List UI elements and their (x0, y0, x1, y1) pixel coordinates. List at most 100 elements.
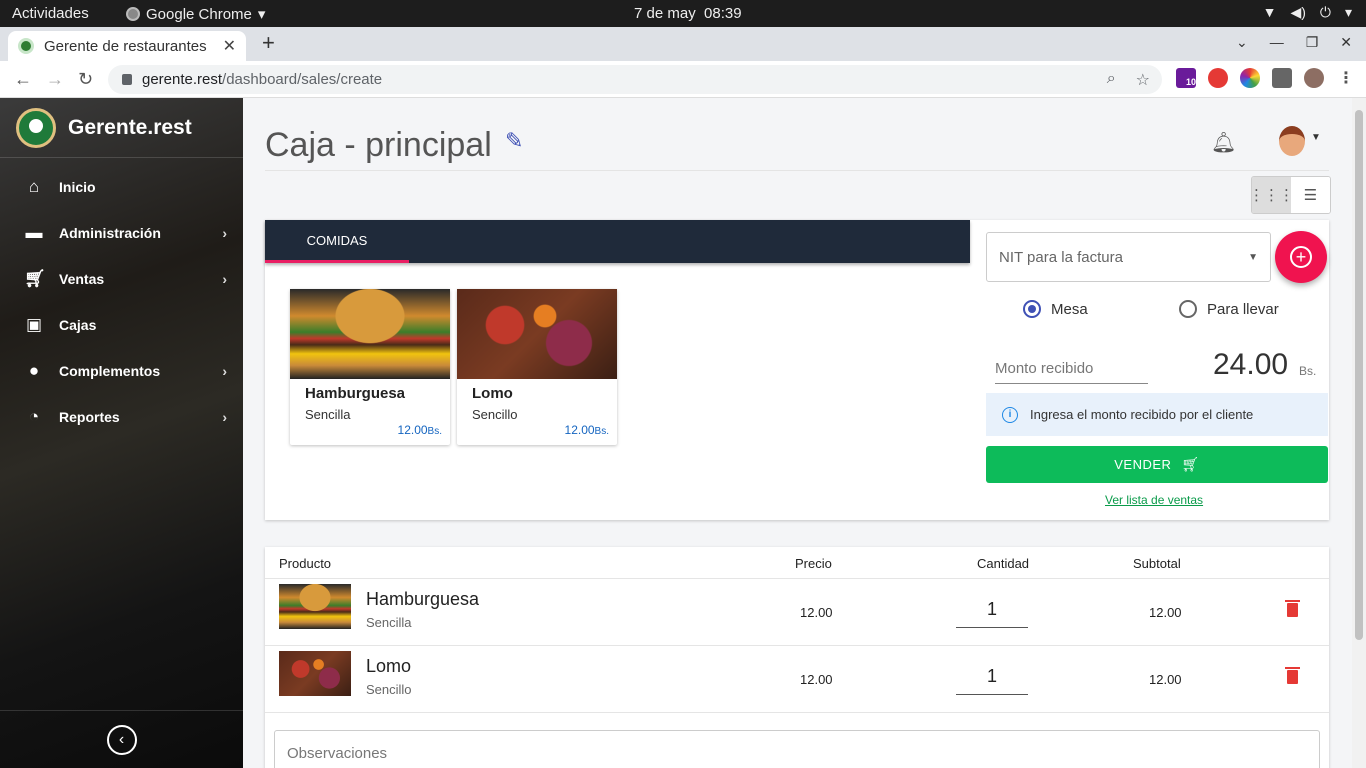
address-bar[interactable]: gerente.rest/dashboard/sales/create ⌕ ☆ (108, 65, 1162, 94)
chrome-icon (126, 7, 140, 21)
sidebar-item-ventas[interactable]: 🛒︎ Ventas › (0, 256, 243, 302)
sidebar-item-reportes[interactable]: ◔ Reportes › (0, 394, 243, 440)
cart-icon: 🛒︎ (1181, 456, 1200, 472)
add-customer-button[interactable]: + (1275, 231, 1327, 283)
row-product-desc: Sencillo (366, 682, 412, 697)
info-alert: i Ingresa el monto recibido por el clien… (986, 393, 1328, 436)
trash-icon[interactable] (1285, 667, 1300, 684)
bookmark-star-icon[interactable]: ☆ (1136, 70, 1150, 90)
extension-icon[interactable]: 10 (1176, 68, 1196, 88)
zoom-icon[interactable]: ⌕ (1107, 70, 1116, 90)
extension-badge: 10 (1185, 77, 1196, 87)
product-card[interactable]: Lomo Sencillo 12.00Bs. (457, 289, 617, 445)
system-tray[interactable]: ▼ ◀) ⏻ ▾ (1263, 4, 1352, 21)
nit-select[interactable]: NIT para la factura ▼ (986, 232, 1271, 282)
trash-icon[interactable] (1285, 600, 1300, 617)
row-subtotal: 12.00 (1149, 605, 1182, 620)
sell-button[interactable]: VENDER 🛒︎ (986, 446, 1328, 483)
quantity-input[interactable]: 1 (956, 593, 1028, 628)
collapse-sidebar-icon[interactable]: ‹ (106, 724, 137, 755)
back-icon[interactable]: ← (14, 69, 32, 90)
sales-list-link[interactable]: Ver lista de ventas (1105, 493, 1203, 507)
product-name: Lomo (472, 385, 513, 402)
page-scrollbar[interactable] (1352, 98, 1366, 768)
minimize-icon[interactable]: — (1270, 34, 1284, 51)
tab-search-icon[interactable]: ⌄ (1236, 34, 1248, 51)
product-grid: Hamburguesa Sencilla 12.00Bs. Lomo Senci… (290, 289, 617, 445)
maximize-icon[interactable]: ❐ (1306, 34, 1319, 51)
edit-icon[interactable]: ✎ (505, 128, 523, 154)
profile-avatar[interactable] (1304, 68, 1324, 88)
column-header-quantity: Cantidad (977, 556, 1030, 571)
url-host: gerente.rest (142, 71, 223, 88)
grid-view-icon[interactable]: ⋮⋮⋮ (1252, 177, 1294, 213)
color-picker-icon[interactable] (1240, 68, 1260, 88)
volume-icon: ◀) (1290, 4, 1306, 20)
row-price: 12.00 (800, 605, 833, 620)
product-card[interactable]: Hamburguesa Sencilla 12.00Bs. (290, 289, 450, 445)
table-row: Hamburguesa Sencilla 12.00 1 12.00 (265, 578, 1329, 645)
chevron-right-icon: › (222, 225, 227, 241)
restaurant-logo-icon (16, 107, 56, 148)
nit-placeholder: NIT para la factura (999, 248, 1123, 266)
sidebar: Gerente.rest ⌂ Inicio ▬ Administración ›… (0, 98, 243, 768)
product-price: 12.00Bs. (398, 423, 442, 437)
main-content: Caja - principal ✎ 🔔︎ ▼ ⋮⋮⋮ ☰ COMIDAS Ha… (243, 98, 1352, 768)
total-amount: 24.00 (1213, 348, 1289, 381)
clock[interactable]: 7 de may 08:39 (634, 5, 742, 22)
price-value: 12.00 (397, 423, 428, 437)
product-desc: Sencillo (472, 407, 518, 422)
adblock-icon[interactable] (1208, 68, 1228, 88)
scrollbar-thumb[interactable] (1355, 110, 1363, 640)
notification-bell-icon[interactable]: 🔔︎ (1211, 130, 1236, 155)
lock-icon (122, 74, 132, 85)
chevron-down-icon[interactable]: ▼ (1311, 132, 1321, 143)
app-menu[interactable]: Google Chrome ▾ (126, 5, 265, 23)
sidebar-collapse-area: ‹ (0, 710, 243, 768)
sidebar-item-label: Ventas (59, 271, 105, 287)
favicon-icon (18, 38, 34, 54)
monto-recibido-input[interactable]: Monto recibido (995, 360, 1148, 384)
brand[interactable]: Gerente.rest (0, 98, 243, 158)
product-image (457, 289, 617, 379)
row-product-name: Hamburguesa (366, 589, 480, 609)
sidebar-item-cajas[interactable]: ▣ Cajas (0, 302, 243, 348)
row-divider (265, 712, 1329, 713)
new-tab-button[interactable]: + (262, 30, 275, 56)
price-value: 12.00 (564, 423, 595, 437)
list-view-icon[interactable]: ☰ (1291, 177, 1330, 213)
lightbulb-icon: ● (28, 361, 40, 380)
close-window-icon[interactable]: ✕ (1340, 34, 1352, 51)
close-tab-icon[interactable]: ✕ (223, 36, 236, 56)
cash-icon: ▣ (25, 315, 43, 334)
menu-kebab-icon[interactable]: ⋮ (1336, 68, 1356, 88)
sidebar-item-label: Inicio (59, 179, 96, 195)
quantity-input[interactable]: 1 (956, 660, 1028, 695)
brand-name: Gerente.rest (68, 115, 192, 139)
sidebar-item-label: Administración (59, 225, 161, 241)
radio-label: Mesa (1051, 300, 1088, 318)
radio-para-llevar[interactable]: Para llevar (1179, 300, 1279, 318)
chevron-down-icon: ▾ (1344, 4, 1352, 20)
forward-icon[interactable]: → (46, 69, 64, 90)
pos-card: COMIDAS Hamburguesa Sencilla 12.00Bs. Lo… (265, 220, 1329, 520)
radio-mesa[interactable]: Mesa (1023, 300, 1088, 318)
tab-comidas[interactable]: COMIDAS (265, 220, 409, 263)
user-avatar[interactable] (1279, 126, 1305, 156)
sidebar-item-complementos[interactable]: ● Complementos › (0, 348, 243, 394)
power-icon: ⏻ (1319, 4, 1331, 20)
view-toggle: ⋮⋮⋮ ☰ (1251, 176, 1331, 214)
info-text: Ingresa el monto recibido por el cliente (1030, 407, 1254, 422)
radio-checked-icon (1023, 300, 1041, 318)
puzzle-icon[interactable] (1272, 68, 1292, 88)
sidebar-item-administracion[interactable]: ▬ Administración › (0, 210, 243, 256)
row-subtotal: 12.00 (1149, 672, 1182, 687)
product-desc: Sencilla (305, 407, 351, 422)
reload-icon[interactable]: ↻ (78, 69, 93, 90)
app-name: Google Chrome (146, 5, 252, 23)
browser-tab[interactable]: Gerente de restaurantes ✕ (8, 31, 246, 61)
observaciones-textarea[interactable]: Observaciones (274, 730, 1320, 768)
activities-button[interactable]: Actividades (12, 5, 89, 22)
sidebar-item-inicio[interactable]: ⌂ Inicio (0, 164, 243, 210)
system-top-bar: Actividades Google Chrome ▾ 7 de may 08:… (0, 0, 1366, 27)
